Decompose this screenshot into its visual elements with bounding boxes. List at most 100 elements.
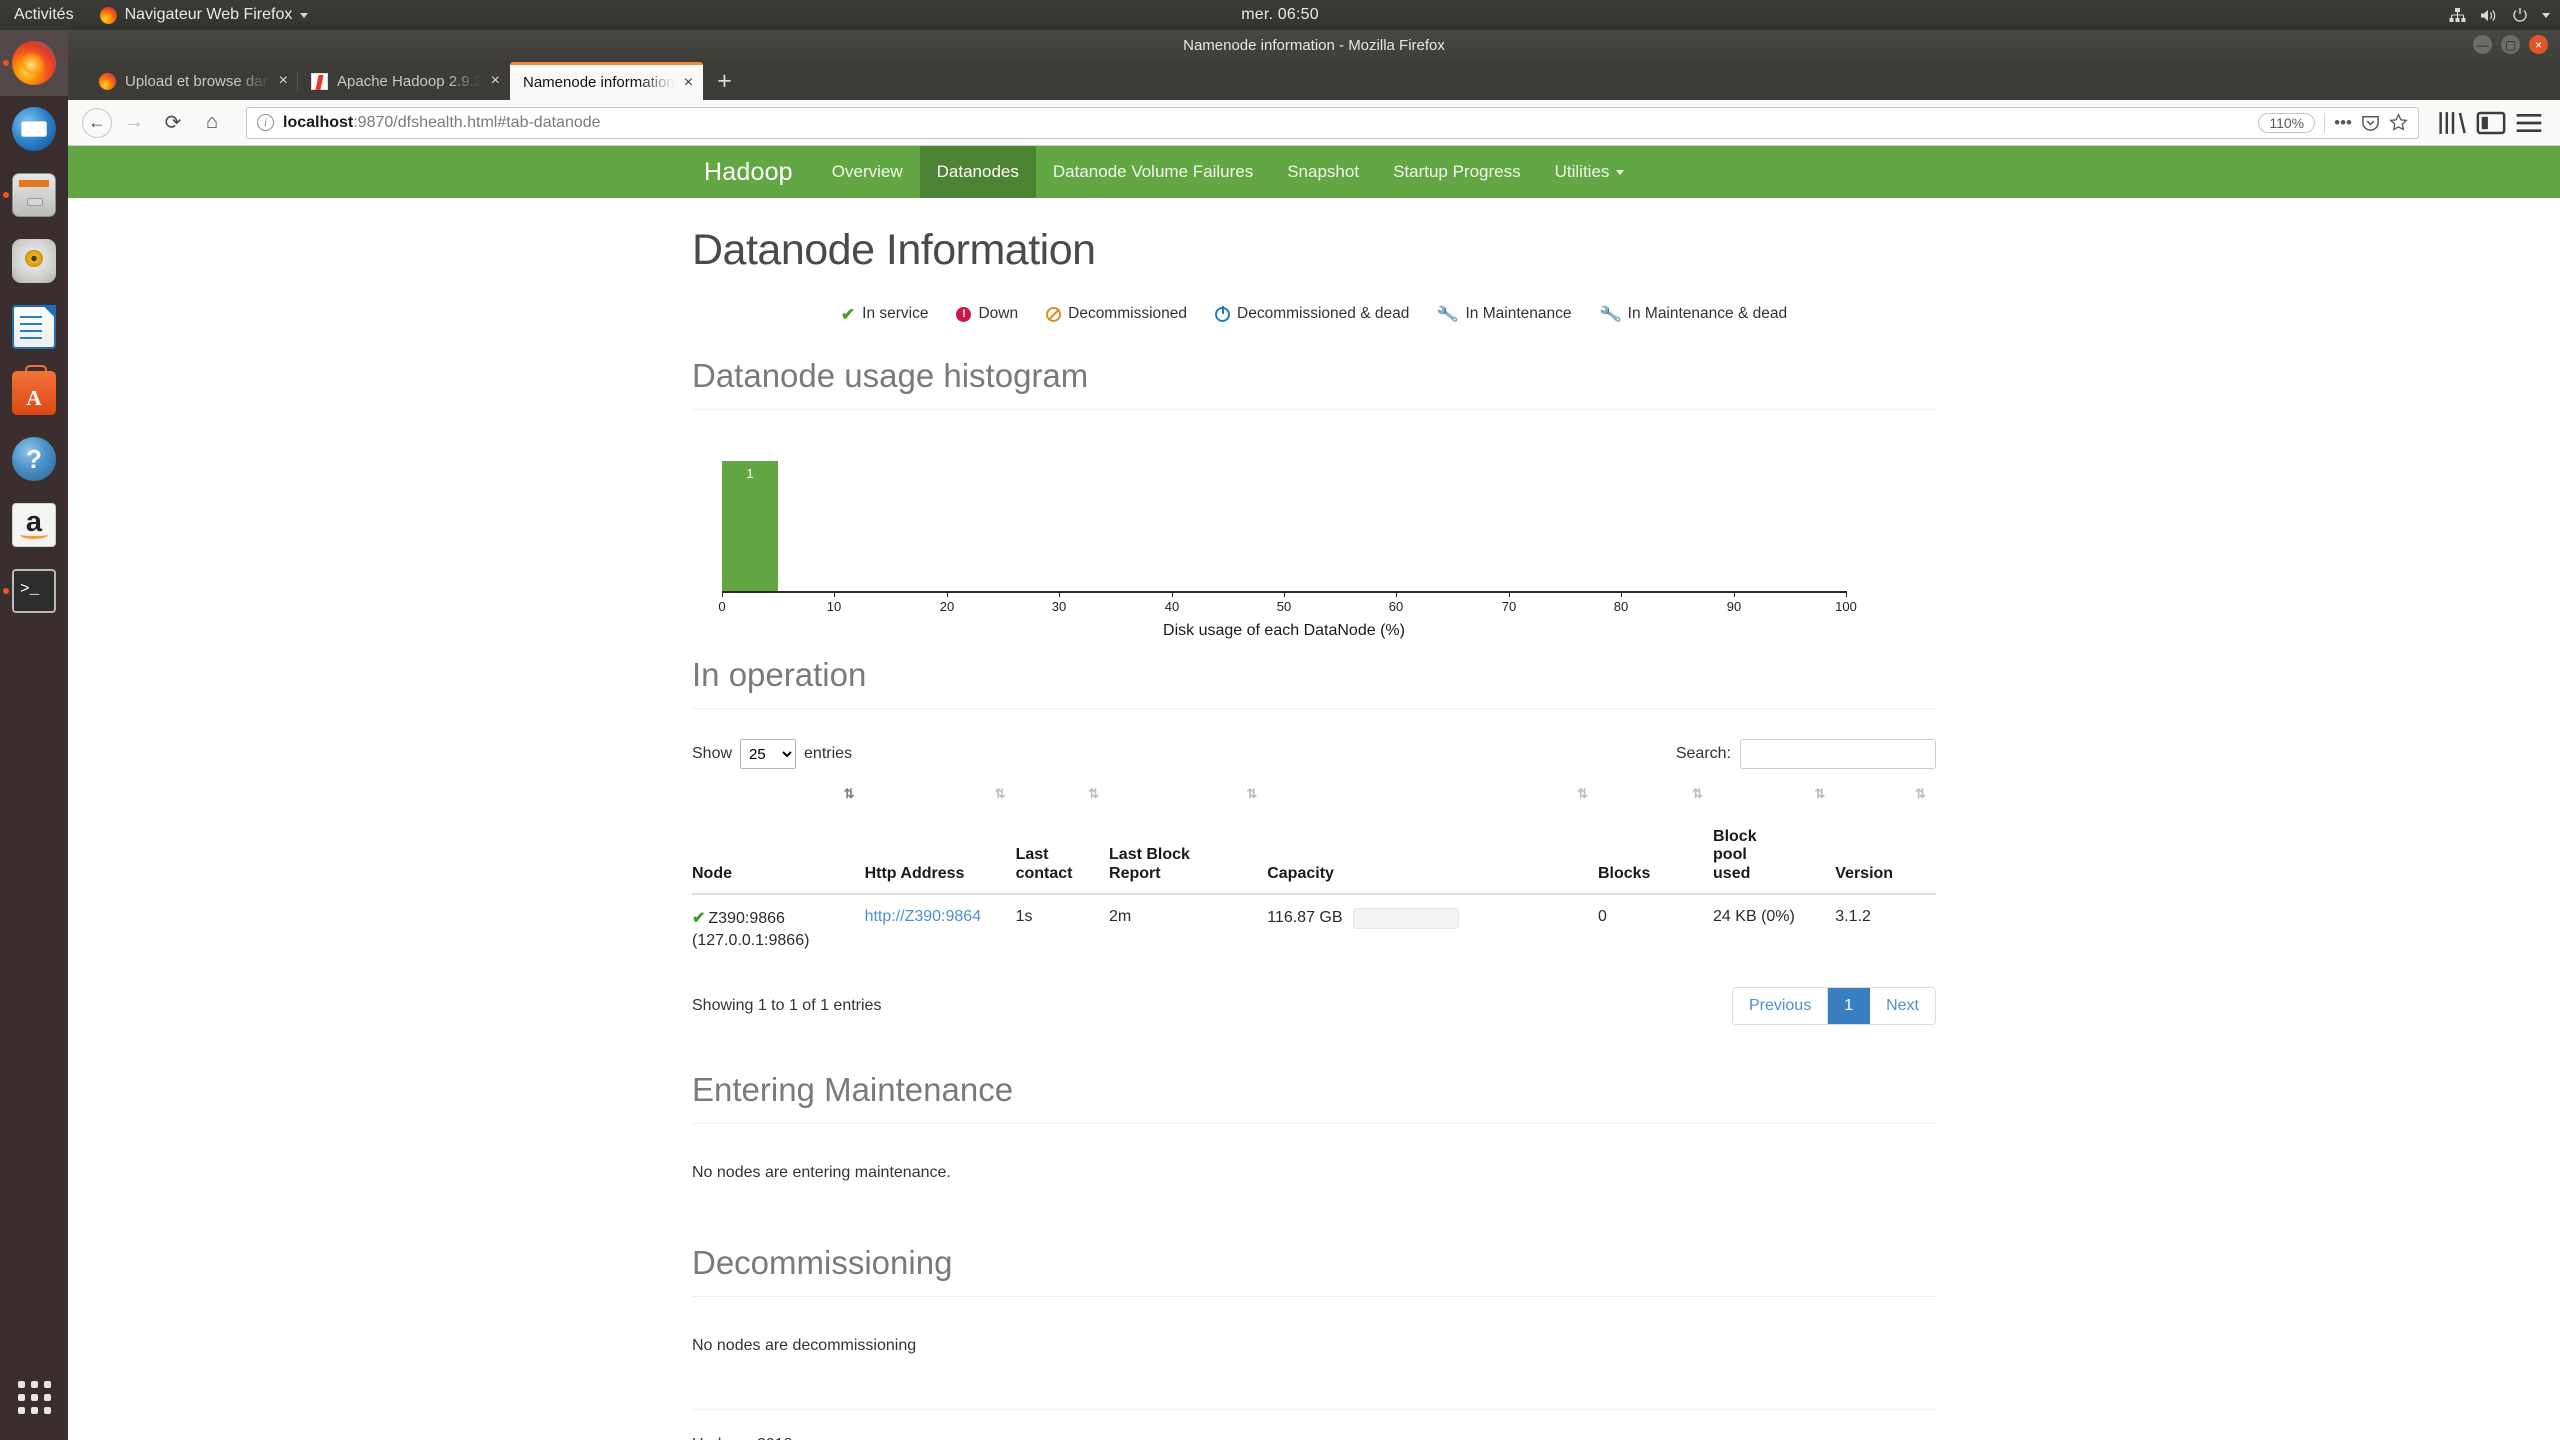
activities-button[interactable]: Activités [0, 6, 90, 24]
pagination-page-1[interactable]: 1 [1828, 988, 1871, 1025]
table-body: ✔ Z390:9866 (127.0.0.1:9866) http://Z390:… [692, 893, 1936, 966]
show-applications-button[interactable] [0, 1364, 68, 1430]
system-tray[interactable] [2449, 7, 2550, 23]
nav-item-startup-progress[interactable]: Startup Progress [1376, 146, 1538, 198]
running-indicator-dot [3, 588, 9, 594]
help-icon [12, 437, 56, 481]
dock-item-rhythmbox[interactable] [0, 228, 68, 294]
rhythmbox-icon [12, 239, 56, 283]
column-header-http-address[interactable]: ⇅ Http Address [864, 785, 1016, 895]
nav-item-snapshot[interactable]: Snapshot [1270, 146, 1376, 198]
sort-icon[interactable]: ⇅ [1915, 787, 1926, 800]
url-host: localhost [283, 113, 354, 131]
sidebar-icon[interactable] [2474, 106, 2508, 140]
nav-item-utilities[interactable]: Utilities [1538, 146, 1642, 198]
search-input[interactable] [1740, 739, 1936, 769]
search-control[interactable]: Search: [1676, 739, 1936, 769]
sort-icon[interactable]: ⇅ [1088, 787, 1099, 800]
sort-icon[interactable]: ⇅ [995, 787, 1006, 800]
maximize-button[interactable]: ▢ [2501, 35, 2520, 54]
wrench-icon: 🔧 [1598, 302, 1623, 326]
clock[interactable]: mer. 06:50 [1241, 6, 1319, 24]
hamburger-menu-icon[interactable] [2512, 106, 2546, 140]
dock-item-help[interactable] [0, 426, 68, 492]
close-icon[interactable]: × [279, 73, 288, 89]
chevron-down-icon[interactable] [2542, 12, 2550, 18]
browser-tab-3-active[interactable]: Namenode information × [510, 62, 704, 100]
dock-item-terminal[interactable] [0, 558, 68, 624]
power-icon[interactable] [2512, 7, 2528, 23]
nav-item-overview[interactable]: Overview [815, 146, 920, 198]
sort-icon[interactable]: ⇅ [1692, 787, 1703, 800]
nav-label: Datanode Volume Failures [1052, 162, 1254, 181]
tab-title: Apache Hadoop 2.9.2 – H [337, 72, 482, 90]
column-header-block-pool-used[interactable]: ⇅ Block pool used [1713, 785, 1836, 895]
sort-icon[interactable]: ⇅ [1246, 787, 1257, 800]
column-header-version[interactable]: ⇅ Version [1835, 785, 1936, 895]
cell-blocks: 0 [1597, 893, 1714, 966]
column-header-last-contact[interactable]: ⇅ Last contact [1015, 785, 1110, 895]
window-titlebar: Namenode information - Mozilla Firefox —… [68, 30, 2560, 60]
reload-button[interactable]: ⟳ [156, 106, 190, 140]
zoom-level-indicator[interactable]: 110% [2258, 112, 2316, 133]
status-legend: ✔ In service ! Down Decommissioned Decom… [692, 302, 1936, 326]
dock-item-ubuntu-software[interactable] [0, 360, 68, 426]
pagination-next[interactable]: Next [1870, 988, 1935, 1025]
info-icon[interactable]: i [257, 114, 274, 131]
close-button[interactable]: × [2529, 35, 2548, 54]
firefox-icon [12, 41, 56, 85]
dock-item-libreoffice-writer[interactable] [0, 294, 68, 360]
column-header-blocks[interactable]: ⇅ Blocks [1597, 785, 1714, 895]
tab-title: Namenode information [523, 74, 675, 91]
hadoop-brand[interactable]: Hadoop [682, 146, 815, 198]
dock-item-amazon[interactable] [0, 492, 68, 558]
home-button[interactable]: ⌂ [195, 106, 229, 140]
dock-item-firefox[interactable] [0, 30, 68, 96]
column-header-node[interactable]: ⇅ Node [692, 785, 865, 895]
search-label: Search: [1675, 745, 1731, 762]
histogram-bar-0-5: 1 [722, 461, 778, 591]
library-icon[interactable] [2436, 106, 2470, 140]
forward-button[interactable]: → [117, 106, 151, 140]
minimize-button[interactable]: — [2473, 35, 2492, 54]
close-icon[interactable]: × [684, 74, 693, 91]
legend-label: In Maintenance [1465, 305, 1572, 322]
column-header-capacity[interactable]: ⇅ Capacity [1267, 785, 1598, 895]
gnome-top-bar: Activités Navigateur Web Firefox mer. 06… [0, 0, 2560, 30]
http-address-link[interactable]: http://Z390:9864 [865, 908, 982, 925]
pagination-previous[interactable]: Previous [1732, 988, 1829, 1025]
app-menu-button[interactable]: Navigateur Web Firefox [90, 6, 319, 24]
cell-version: 3.1.2 [1835, 893, 1936, 966]
xtick-10: 10 [826, 599, 842, 614]
entries-label: entries [804, 745, 853, 762]
column-header-last-block-report[interactable]: ⇅ Last Block Report [1109, 785, 1268, 895]
page-actions-icon[interactable]: ••• [2334, 113, 2352, 133]
capacity-progress-bar [1352, 907, 1459, 929]
sort-icon[interactable]: ⇅ [1577, 787, 1588, 800]
pocket-icon[interactable] [2361, 113, 2380, 132]
browser-tab-2[interactable]: Apache Hadoop 2.9.2 – H × [297, 62, 510, 100]
nav-label: Datanodes [936, 162, 1019, 181]
back-button[interactable]: ← [82, 107, 112, 138]
network-icon[interactable] [2449, 7, 2466, 23]
nav-item-datanodes[interactable]: Datanodes [919, 146, 1036, 198]
volume-icon[interactable] [2480, 8, 2498, 23]
browser-tab-1[interactable]: Upload et browse dans A × [86, 62, 298, 100]
close-icon[interactable]: × [491, 73, 500, 89]
dock-item-files[interactable] [0, 162, 68, 228]
new-tab-button[interactable]: + [703, 69, 746, 100]
footer-text: Hadoop, 2018. [692, 1436, 1936, 1440]
sort-icon[interactable]: ⇅ [844, 787, 855, 800]
bookmark-star-icon[interactable] [2389, 113, 2408, 132]
page-length-control[interactable]: Show 25 50 100 entries [692, 739, 852, 769]
files-icon [12, 173, 56, 217]
xtick-50: 50 [1276, 599, 1292, 614]
table-row[interactable]: ✔ Z390:9866 (127.0.0.1:9866) http://Z390:… [692, 893, 1936, 966]
histogram-plot-area: 1 [722, 446, 1846, 591]
legend-item-decommissioned: Decommissioned [1046, 305, 1187, 323]
nav-item-datanode-volume-failures[interactable]: Datanode Volume Failures [1036, 146, 1270, 198]
url-bar[interactable]: i localhost:9870/dfshealth.html#tab-data… [246, 106, 2419, 139]
page-size-select[interactable]: 25 50 100 [740, 739, 797, 769]
sort-icon[interactable]: ⇅ [1814, 787, 1825, 800]
dock-item-thunderbird[interactable] [0, 96, 68, 162]
